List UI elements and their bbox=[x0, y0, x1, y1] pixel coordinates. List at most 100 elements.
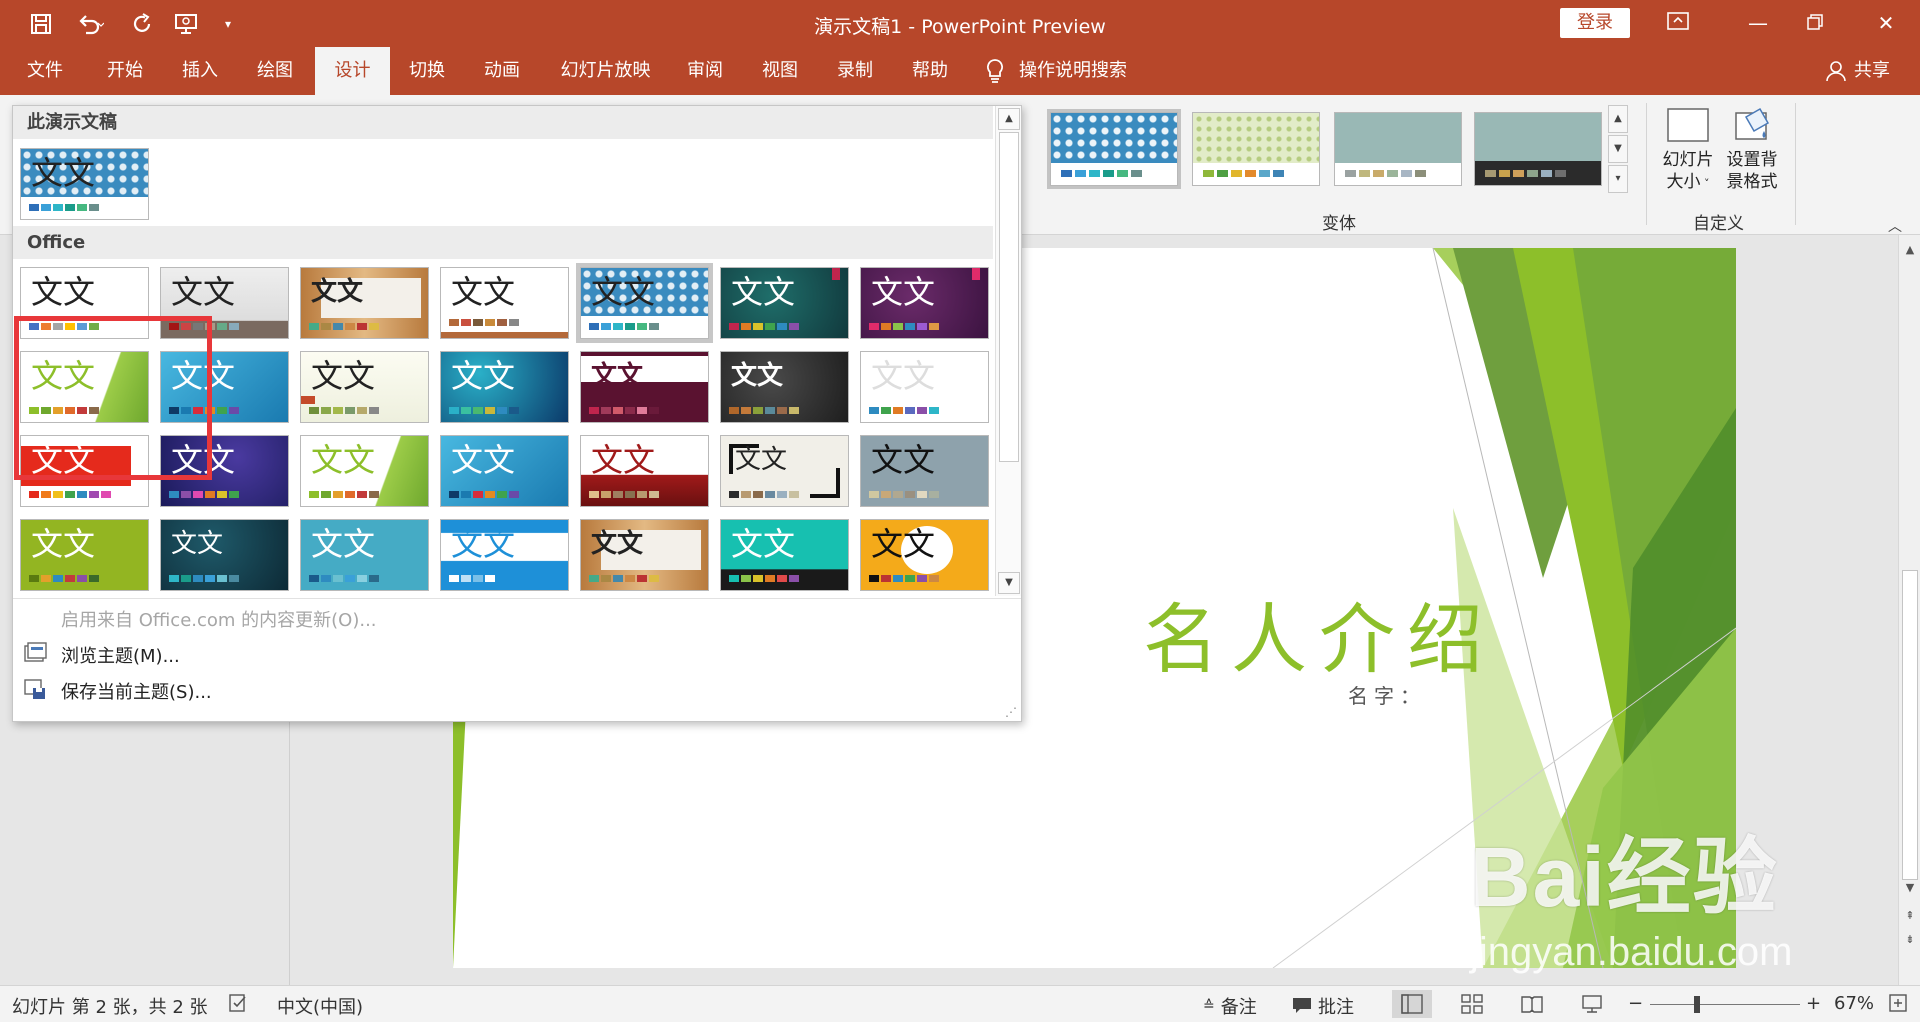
notes-icon: ≙ bbox=[1203, 998, 1215, 1014]
window-title: 演示文稿1 - PowerPoint Preview bbox=[814, 16, 1106, 38]
ribbon-separator bbox=[1795, 103, 1796, 225]
tab-record[interactable]: 录制 bbox=[820, 47, 890, 95]
resize-grip-icon[interactable]: ⋰ bbox=[1005, 705, 1017, 719]
tab-file[interactable]: 文件 bbox=[10, 47, 80, 95]
tab-home[interactable]: 开始 bbox=[90, 47, 160, 95]
variants-scroll-up[interactable]: ▲ bbox=[1608, 105, 1628, 133]
theme-frame[interactable]: 文文 bbox=[720, 435, 849, 507]
language-indicator[interactable]: 中文(中国) bbox=[277, 993, 363, 1019]
tab-draw[interactable]: 绘图 bbox=[240, 47, 310, 95]
scroll-down-arrow[interactable]: ▼ bbox=[1899, 877, 1920, 899]
theme-organic[interactable]: 文文 bbox=[860, 519, 989, 591]
close-icon[interactable]: ✕ bbox=[1866, 8, 1906, 38]
fit-to-window-icon[interactable] bbox=[1888, 993, 1908, 1018]
variants-more[interactable]: ▾ bbox=[1608, 165, 1628, 193]
tab-design[interactable]: 设计 bbox=[315, 47, 390, 95]
title-bar: ▾ 演示文稿1 - PowerPoint Preview 登录 — ✕ bbox=[0, 0, 1920, 47]
theme-berlin[interactable]: 文文 bbox=[440, 435, 569, 507]
theme-preview-text: 文文 bbox=[31, 525, 96, 563]
slide-title[interactable]: 名人介绍 bbox=[1143, 578, 1495, 688]
theme-teal-parallax[interactable]: 文文 bbox=[300, 519, 429, 591]
theme-retrospect[interactable]: 文文 bbox=[300, 351, 429, 423]
gallery-scroll-thumb[interactable] bbox=[999, 132, 1019, 462]
editor-vertical-scrollbar[interactable]: ▲ ▼ ⇞ ⇟ bbox=[1898, 235, 1920, 985]
save-current-theme-command[interactable]: 保存当前主题(S)... bbox=[61, 678, 212, 704]
slide-sorter-view-icon[interactable] bbox=[1452, 990, 1492, 1018]
variant-2[interactable] bbox=[1192, 112, 1320, 186]
collapse-ribbon-icon[interactable]: ︿ bbox=[1888, 216, 1902, 236]
comments-button[interactable]: 批注 bbox=[1292, 993, 1354, 1019]
tab-transitions[interactable]: 切换 bbox=[392, 47, 462, 95]
zoom-slider-track[interactable] bbox=[1650, 1004, 1800, 1005]
minimize-icon[interactable]: — bbox=[1738, 8, 1778, 38]
theme-dark-teal[interactable]: 文文 bbox=[160, 519, 289, 591]
notes-button[interactable]: ≙ 备注 bbox=[1203, 993, 1257, 1019]
spelling-check-icon[interactable] bbox=[228, 993, 250, 1018]
next-slide-icon[interactable]: ⇟ bbox=[1899, 929, 1920, 951]
share-button[interactable]: 共享 bbox=[1826, 47, 1890, 95]
tab-help[interactable]: 帮助 bbox=[895, 47, 965, 95]
zoom-in-button[interactable]: + bbox=[1806, 993, 1821, 1014]
slide-size-label-1: 幻灯片 bbox=[1662, 150, 1714, 170]
theme-ion-boardroom[interactable]: 文文 bbox=[720, 267, 849, 339]
theme-ion-selected[interactable]: 文文 bbox=[576, 263, 713, 343]
theme-preview-text: 文文 bbox=[591, 441, 656, 479]
zoom-level[interactable]: 67% bbox=[1834, 993, 1874, 1014]
theme-ion-purple[interactable]: 文文 bbox=[860, 267, 989, 339]
login-button[interactable]: 登录 bbox=[1560, 8, 1630, 38]
variant-3[interactable] bbox=[1334, 112, 1462, 186]
format-background-button[interactable]: 设置背 景格式 bbox=[1722, 105, 1782, 193]
format-background-label-2: 景格式 bbox=[1726, 172, 1778, 192]
theme-quotable[interactable]: 文文 bbox=[720, 519, 849, 591]
reading-view-icon[interactable] bbox=[1512, 990, 1552, 1018]
slideshow-view-icon[interactable] bbox=[1572, 990, 1612, 1018]
tab-insert[interactable]: 插入 bbox=[165, 47, 235, 95]
slide-size-button[interactable]: 幻灯片 大小 ˅ bbox=[1658, 105, 1718, 195]
slide-subtitle[interactable]: 名字： bbox=[1348, 680, 1426, 709]
tab-animations[interactable]: 动画 bbox=[467, 47, 537, 95]
theme-circuit[interactable]: 文文 bbox=[440, 351, 569, 423]
themes-gallery-scrollbar[interactable]: ▲ ▼ bbox=[995, 106, 1021, 596]
normal-view-icon[interactable] bbox=[1392, 990, 1432, 1018]
theme-preview-text: 文文 bbox=[731, 525, 796, 563]
browse-themes-icon bbox=[23, 642, 47, 664]
ribbon-display-options-icon[interactable] bbox=[1658, 8, 1698, 38]
variant-1[interactable] bbox=[1047, 109, 1181, 189]
theme-preview-text: 文文 bbox=[311, 277, 364, 307]
tab-slideshow[interactable]: 幻灯片放映 bbox=[548, 47, 663, 95]
variants-group-label: 变体 bbox=[1322, 214, 1356, 234]
restore-icon[interactable] bbox=[1795, 8, 1835, 38]
theme-wood-type[interactable]: 文文 bbox=[300, 267, 429, 339]
theme-preview-text: 文文 bbox=[171, 529, 224, 559]
theme-wood-type-2[interactable]: 文文 bbox=[580, 519, 709, 591]
zoom-out-button[interactable]: − bbox=[1628, 993, 1643, 1014]
theme-vapor-trail[interactable]: 文文 bbox=[580, 435, 709, 507]
theme-blue-banner[interactable]: 文文 bbox=[440, 519, 569, 591]
variant-4[interactable] bbox=[1474, 112, 1602, 186]
theme-mesh[interactable]: 文文 bbox=[860, 435, 989, 507]
theme-integral[interactable]: 文文 bbox=[440, 267, 569, 339]
theme-preview-text: 文文 bbox=[31, 273, 96, 311]
scroll-thumb[interactable] bbox=[1902, 570, 1918, 880]
variants-scroll-down[interactable]: ▼ bbox=[1608, 135, 1628, 163]
this-presentation-header: 此演示文稿 bbox=[13, 106, 993, 139]
scroll-up-arrow[interactable]: ▲ bbox=[1899, 239, 1920, 261]
share-label: 共享 bbox=[1854, 60, 1890, 81]
gallery-scroll-up[interactable]: ▲ bbox=[998, 108, 1020, 130]
theme-preview-text: 文文 bbox=[451, 357, 516, 395]
theme-slate[interactable]: 文文 bbox=[720, 351, 849, 423]
theme-current[interactable]: 文文 bbox=[20, 148, 149, 220]
zoom-slider-thumb[interactable] bbox=[1694, 996, 1700, 1013]
tab-review[interactable]: 审阅 bbox=[670, 47, 740, 95]
theme-badge[interactable]: 文文 bbox=[580, 351, 709, 423]
browse-themes-command[interactable]: 浏览主题(M)... bbox=[61, 642, 180, 668]
tell-me-search[interactable]: 操作说明搜索 bbox=[985, 47, 1127, 95]
theme-preview-text: 文文 bbox=[451, 525, 516, 563]
previous-slide-icon[interactable]: ⇞ bbox=[1899, 905, 1920, 927]
tab-view[interactable]: 视图 bbox=[745, 47, 815, 95]
theme-dividend[interactable]: 文文 bbox=[860, 351, 989, 423]
theme-green-slice[interactable]: 文文 bbox=[20, 519, 149, 591]
theme-preview-text: 文文 bbox=[31, 154, 96, 192]
theme-facet-green[interactable]: 文文 bbox=[300, 435, 429, 507]
gallery-scroll-down[interactable]: ▼ bbox=[998, 572, 1020, 594]
